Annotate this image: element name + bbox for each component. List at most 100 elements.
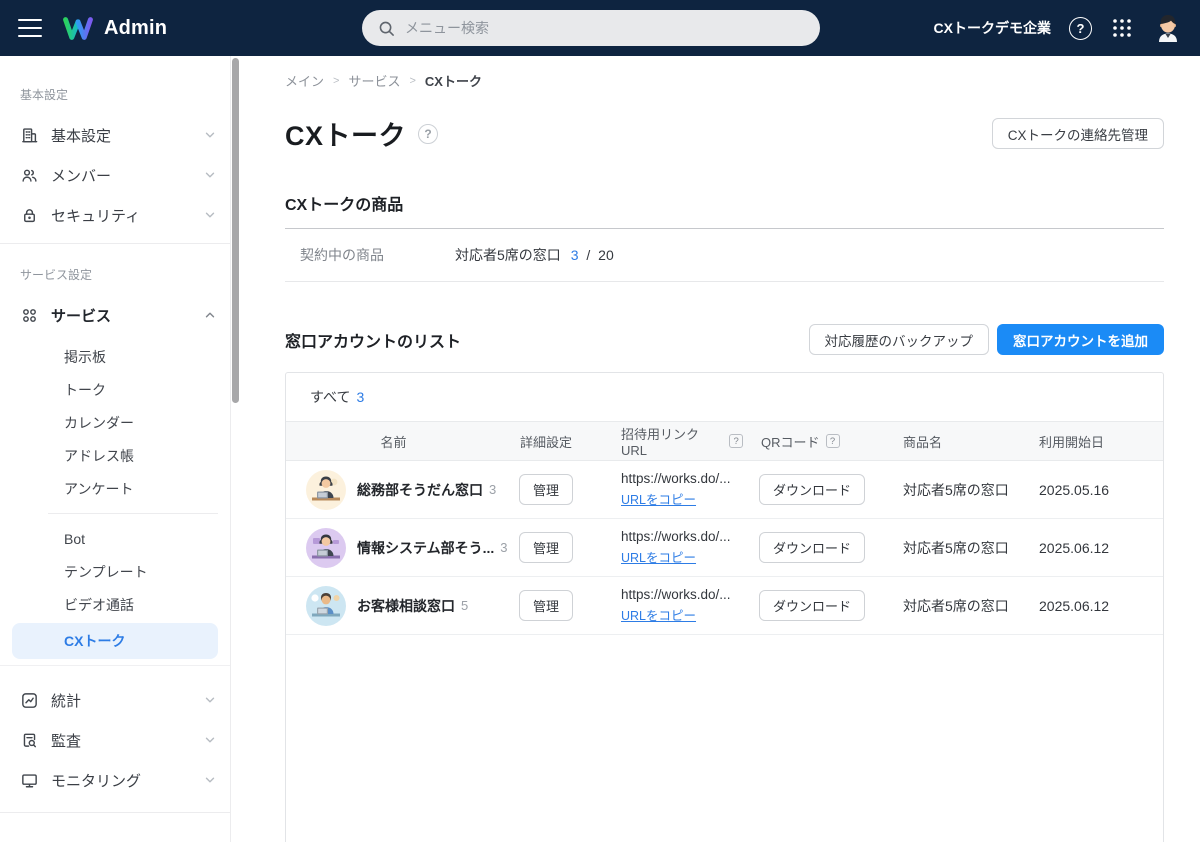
accounts-table: すべて 3 名前 詳細設定 招待用リンクURL ? QRコード ? 商品名 利用… [285,372,1164,842]
sidebar-subitem-survey[interactable]: アンケート [0,472,230,505]
chevron-down-icon [204,774,216,786]
chevron-down-icon [204,209,216,221]
contract-product-label: 契約中の商品 [300,245,455,265]
breadcrumb-separator: > [409,75,415,87]
audit-icon [20,731,39,750]
column-name: 名前 [286,432,501,451]
sidebar-subitem-template[interactable]: テンプレート [0,555,230,588]
sidebar-section-basic-label: 基本設定 [0,86,230,103]
divider [0,243,230,244]
sidebar-scrollbar[interactable] [232,58,239,403]
works-logo-icon [62,15,94,42]
search-input[interactable] [405,20,804,36]
invite-url: https://works.do/... [621,529,743,544]
divider [48,513,218,514]
search-icon [378,20,395,37]
help-icon[interactable]: ? [1069,17,1092,40]
accounts-section-heading: 窓口アカウントのリスト [285,328,461,352]
stats-icon [20,691,39,710]
invite-url-help-icon[interactable]: ? [729,434,743,448]
account-name: 情報システム部そう... [357,538,494,558]
chevron-down-icon [204,694,216,706]
chevron-up-icon [204,309,216,321]
account-member-count: 3 [489,482,496,497]
breadcrumb-separator: > [333,75,339,87]
contact-management-button[interactable]: CXトークの連絡先管理 [992,118,1164,149]
sidebar-item-monitoring[interactable]: モニタリング [0,760,230,800]
filter-all-count[interactable]: 3 [356,389,364,405]
breadcrumb-item-cx-talk: CXトーク [425,71,482,90]
breadcrumb-item-main[interactable]: メイン [285,71,324,90]
title-help-icon[interactable]: ? [418,124,438,144]
sidebar: 基本設定 基本設定 メンバー セキュリティ サービス設定 サービス 掲示板 トー… [0,56,231,842]
copy-url-link[interactable]: URLをコピー [621,489,696,508]
start-date: 2025.05.16 [1031,482,1163,498]
sidebar-subitem-bot[interactable]: Bot [0,522,230,555]
divider [0,812,230,813]
services-grid-icon [20,306,39,325]
sidebar-section-service-label: サービス設定 [0,266,230,283]
account-avatar [306,586,346,626]
copy-url-link[interactable]: URLをコピー [621,605,696,624]
user-avatar[interactable] [1152,12,1184,44]
menu-icon[interactable] [18,19,42,37]
sidebar-item-label: メンバー [51,165,204,186]
manage-button[interactable]: 管理 [519,590,573,621]
used-count: 3 [571,247,579,263]
sidebar-item-security[interactable]: セキュリティ [0,195,230,235]
top-bar: Admin CXトークデモ企業 ? [0,0,1200,56]
sidebar-item-label: セキュリティ [51,205,204,226]
table-row: お客様相談窓口 5 管理 https://works.do/... URLをコピ… [286,577,1163,635]
sidebar-item-label: サービス [51,305,204,326]
account-member-count: 5 [461,598,468,613]
account-name: 総務部そうだん窓口 [357,480,483,500]
column-start-date: 利用開始日 [1031,432,1163,451]
sidebar-item-label: 購入/請求 [51,839,204,842]
chevron-down-icon [204,129,216,141]
qr-download-button[interactable]: ダウンロード [759,590,865,621]
qr-download-button[interactable]: ダウンロード [759,532,865,563]
sidebar-item-audit[interactable]: 監査 [0,720,230,760]
sidebar-item-billing[interactable]: 購入/請求 [0,829,230,842]
history-backup-button[interactable]: 対応履歴のバックアップ [809,324,990,355]
qr-download-button[interactable]: ダウンロード [759,474,865,505]
copy-url-link[interactable]: URLをコピー [621,547,696,566]
sidebar-subitem-talk[interactable]: トーク [0,373,230,406]
sidebar-subitem-board[interactable]: 掲示板 [0,340,230,373]
manage-button[interactable]: 管理 [519,474,573,505]
sidebar-item-basic-settings[interactable]: 基本設定 [0,115,230,155]
manage-button[interactable]: 管理 [519,532,573,563]
apps-grid-icon[interactable] [1110,16,1134,40]
company-name: CXトークデモ企業 [934,18,1051,38]
product-name: 対応者5席の窓口 [893,538,1031,558]
members-icon [20,166,39,185]
sidebar-item-label: モニタリング [51,770,204,791]
menu-search[interactable] [362,10,820,46]
total-count: 20 [598,247,614,263]
building-icon [20,126,39,145]
sidebar-subitem-contacts[interactable]: アドレス帳 [0,439,230,472]
add-account-button[interactable]: 窓口アカウントを追加 [997,324,1164,355]
sidebar-item-label: 統計 [51,690,204,711]
account-avatar [306,470,346,510]
sidebar-item-label: 基本設定 [51,125,204,146]
sidebar-subitem-cx-talk[interactable]: CXトーク [12,623,218,659]
sidebar-item-services[interactable]: サービス [0,295,230,335]
table-row: 情報システム部そう... 3 管理 https://works.do/... U… [286,519,1163,577]
sidebar-subitem-video-call[interactable]: ビデオ通話 [0,588,230,621]
qr-code-help-icon[interactable]: ? [826,434,840,448]
divider [285,281,1164,282]
brand[interactable]: Admin [62,15,167,42]
sidebar-item-statistics[interactable]: 統計 [0,680,230,720]
sidebar-item-label: 監査 [51,730,204,751]
column-invite-url: 招待用リンクURL ? [591,424,743,458]
column-product: 商品名 [893,432,1031,451]
main-content: メイン > サービス > CXトーク CXトーク ? CXトークの連絡先管理 C… [285,56,1164,842]
filter-all-label: すべて [310,387,350,407]
account-avatar [306,528,346,568]
invite-url: https://works.do/... [621,587,743,602]
breadcrumb-item-services[interactable]: サービス [348,71,400,90]
lock-icon [20,206,39,225]
sidebar-item-members[interactable]: メンバー [0,155,230,195]
sidebar-subitem-calendar[interactable]: カレンダー [0,406,230,439]
